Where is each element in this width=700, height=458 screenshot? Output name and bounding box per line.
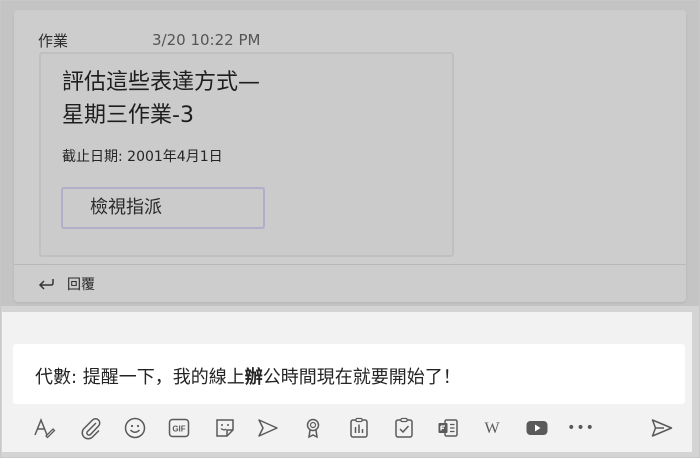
- assignment-title-line2: 星期三作業-3: [62, 103, 194, 128]
- reply-button[interactable]: 回覆: [14, 264, 686, 303]
- youtube-icon[interactable]: [523, 414, 551, 442]
- polls-icon[interactable]: [345, 414, 373, 442]
- message-prefix: 代數: 提醒一下，我的線上: [35, 367, 245, 388]
- more-options-icon[interactable]: •••: [567, 414, 595, 442]
- stream-icon[interactable]: [254, 414, 282, 442]
- post-timestamp: 3/20 10:22 PM: [152, 31, 261, 49]
- conversation-area: 作業 3/20 10:22 PM 評估這些表達方式— 星期三作業-3 截止日期:…: [1, 1, 699, 306]
- attach-icon[interactable]: [77, 414, 105, 442]
- assignment-title-line1: 評估這些表達方式—: [62, 70, 261, 95]
- assignment-title: 評估這些表達方式— 星期三作業-3: [62, 66, 442, 132]
- assignment-post: 作業 3/20 10:22 PM 評估這些表達方式— 星期三作業-3 截止日期:…: [14, 10, 686, 302]
- more-label: •••: [567, 420, 595, 436]
- assignment-card: 評估這些表達方式— 星期三作業-3 截止日期: 2001年4月1日 檢視指派: [39, 52, 454, 257]
- wiki-label: W: [484, 420, 500, 437]
- message-text: 代數: 提醒一下，我的線上辦公時間現在就要開始了！: [35, 363, 461, 389]
- forms-icon[interactable]: [434, 414, 462, 442]
- praise-icon[interactable]: [299, 414, 327, 442]
- format-icon[interactable]: [30, 414, 58, 442]
- compose-toolbar: GIF W •••: [2, 412, 692, 446]
- assignment-due-date: 截止日期: 2001年4月1日: [62, 149, 223, 165]
- wikipedia-icon[interactable]: W: [478, 414, 506, 442]
- message-suffix: 公時間現在就要開始了！: [262, 367, 461, 388]
- send-icon[interactable]: [648, 414, 676, 442]
- gif-label: GIF: [172, 425, 185, 434]
- gif-icon[interactable]: GIF: [165, 414, 193, 442]
- sticker-icon[interactable]: [211, 414, 239, 442]
- assignments-icon[interactable]: [390, 414, 418, 442]
- view-assignment-button[interactable]: 檢視指派: [61, 187, 265, 229]
- emoji-icon[interactable]: [121, 414, 149, 442]
- message-bold-char: 辦: [244, 367, 263, 388]
- compose-area: 代數: 提醒一下，我的線上辦公時間現在就要開始了！ GIF W •••: [2, 312, 692, 452]
- reply-arrow-icon: [38, 279, 54, 290]
- post-author: 作業: [38, 32, 69, 50]
- reply-label: 回覆: [67, 277, 95, 293]
- message-input[interactable]: 代數: 提醒一下，我的線上辦公時間現在就要開始了！: [13, 344, 685, 404]
